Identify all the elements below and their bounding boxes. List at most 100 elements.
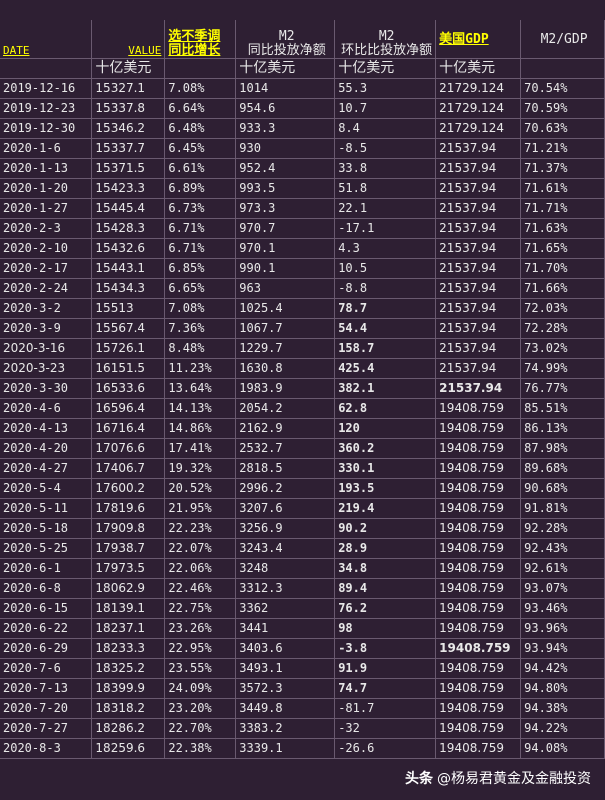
cell-yoy: 6.65%: [164, 278, 237, 299]
cell-date: 2020-7-6: [0, 658, 93, 679]
cell-ratio: 76.77%: [520, 378, 605, 399]
cell-date: 2020-1-13: [0, 158, 93, 179]
cell-m2-mom: -32: [334, 718, 437, 739]
unit-date: [0, 58, 93, 79]
cell-gdp: 19408.759: [435, 578, 522, 599]
table-row: 2020-6-8 18062.9 22.46% 3312.3 89.4 19408.759…: [0, 578, 605, 599]
cell-yoy: 24.09%: [164, 678, 237, 699]
cell-m2-yoy: 3312.3: [235, 578, 336, 599]
cell-m2-yoy: 3493.1: [235, 658, 336, 679]
cell-value: 18139.1: [91, 598, 166, 619]
table-row: 2020-1-13 15371.5 6.61% 952.4 33.8 21537.94 71…: [0, 158, 605, 179]
cell-m2-yoy: 3207.6: [235, 498, 336, 519]
cell-m2-mom: -8.8: [334, 278, 437, 299]
header-gdp: 美国GDP: [435, 20, 522, 59]
cell-yoy: 6.71%: [164, 218, 237, 239]
cell-date: 2020-2-24: [0, 278, 93, 299]
table-row: 2020-2-17 15443.1 6.85% 990.1 10.5 21537.94 71…: [0, 258, 605, 279]
cell-ratio: 87.98%: [520, 438, 605, 459]
cell-gdp: 21537.94: [435, 318, 522, 339]
cell-yoy: 20.52%: [164, 478, 237, 499]
cell-gdp: 19408.759: [435, 558, 522, 579]
cell-m2-mom: 28.9: [334, 538, 437, 559]
cell-ratio: 93.94%: [520, 638, 605, 659]
cell-m2-mom: 74.7: [334, 678, 437, 699]
cell-m2-yoy: 3248: [235, 558, 336, 579]
cell-value: 18325.2: [91, 658, 166, 679]
cell-m2-mom: 8.4: [334, 118, 437, 139]
cell-m2-mom: 219.4: [334, 498, 437, 519]
table-row: 2020-2-3 15428.3 6.71% 970.7 -17.1 21537.94 71…: [0, 218, 605, 239]
cell-yoy: 22.23%: [164, 518, 237, 539]
cell-gdp: 21729.124: [435, 118, 522, 139]
cell-ratio: 94.80%: [520, 678, 605, 699]
cell-gdp: 21537.94: [435, 218, 522, 239]
table-row: 2019-12-23 15337.8 6.64% 954.6 10.7 21729.124…: [0, 98, 605, 119]
cell-m2-yoy: 1630.8: [235, 358, 336, 379]
cell-date: 2020-3-23: [0, 358, 93, 379]
cell-gdp: 21537.94: [435, 238, 522, 259]
cell-ratio: 92.43%: [520, 538, 605, 559]
cell-gdp: 21537.94: [435, 378, 522, 399]
cell-gdp: 19408.759: [435, 398, 522, 419]
cell-date: 2020-6-15: [0, 598, 93, 619]
cell-ratio: 94.42%: [520, 658, 605, 679]
cell-yoy: 11.23%: [164, 358, 237, 379]
header-yoy: 选不季调 同比增长: [164, 20, 237, 59]
cell-m2-yoy: 963: [235, 278, 336, 299]
cell-yoy: 23.26%: [164, 618, 237, 639]
cell-value: 18233.3: [91, 638, 166, 659]
cell-date: 2020-1-20: [0, 178, 93, 199]
cell-ratio: 71.21%: [520, 138, 605, 159]
table-row: 2020-5-4 17600.2 20.52% 2996.2 193.5 19408.75…: [0, 478, 605, 499]
cell-date: 2020-7-27: [0, 718, 93, 739]
cell-gdp: 21537.94: [435, 198, 522, 219]
cell-date: 2020-3-16: [0, 338, 93, 359]
header-ratio: M2/GDP: [520, 20, 605, 59]
cell-date: 2020-4-20: [0, 438, 93, 459]
cell-yoy: 22.46%: [164, 578, 237, 599]
cell-value: 15567.4: [91, 318, 166, 339]
cell-gdp: 21537.94: [435, 278, 522, 299]
cell-value: 15432.6: [91, 238, 166, 259]
cell-ratio: 89.68%: [520, 458, 605, 479]
cell-m2-mom: 90.2: [334, 518, 437, 539]
cell-yoy: 6.85%: [164, 258, 237, 279]
cell-m2-yoy: 3383.2: [235, 718, 336, 739]
cell-ratio: 72.03%: [520, 298, 605, 319]
cell-m2-yoy: 3339.1: [235, 738, 336, 759]
cell-yoy: 6.64%: [164, 98, 237, 119]
header-date: DATE: [0, 20, 93, 59]
cell-date: 2020-1-27: [0, 198, 93, 219]
cell-m2-mom: 425.4: [334, 358, 437, 379]
cell-date: 2020-5-18: [0, 518, 93, 539]
table-row: 2020-3-16 15726.1 8.48% 1229.7 158.7 21537.94…: [0, 338, 605, 359]
cell-value: 17938.7: [91, 538, 166, 559]
cell-date: 2019-12-23: [0, 98, 93, 119]
cell-m2-yoy: 1067.7: [235, 318, 336, 339]
cell-ratio: 93.96%: [520, 618, 605, 639]
table-row: 2020-5-18 17909.8 22.23% 3256.9 90.2 19408.75…: [0, 518, 605, 539]
cell-yoy: 6.45%: [164, 138, 237, 159]
cell-gdp: 19408.759: [435, 438, 522, 459]
cell-value: 15327.1: [91, 78, 166, 99]
table-row: 2020-7-13 18399.9 24.09% 3572.3 74.7 19408.75…: [0, 678, 605, 699]
cell-ratio: 70.63%: [520, 118, 605, 139]
cell-value: 17819.6: [91, 498, 166, 519]
cell-ratio: 86.13%: [520, 418, 605, 439]
cell-m2-yoy: 1983.9: [235, 378, 336, 399]
cell-value: 15726.1: [91, 338, 166, 359]
table-row: 2020-4-13 16716.4 14.86% 2162.9 120 19408.759…: [0, 418, 605, 439]
cell-gdp: 19408.759: [435, 658, 522, 679]
cell-ratio: 73.02%: [520, 338, 605, 359]
cell-value: 17600.2: [91, 478, 166, 499]
cell-yoy: 7.08%: [164, 298, 237, 319]
cell-date: 2020-4-6: [0, 398, 93, 419]
cell-m2-mom: 10.7: [334, 98, 437, 119]
cell-m2-yoy: 1229.7: [235, 338, 336, 359]
header-m2-mom: M2 环比比投放净额: [334, 20, 437, 59]
cell-m2-mom: 51.8: [334, 178, 437, 199]
cell-value: 18399.9: [91, 678, 166, 699]
cell-value: 15337.8: [91, 98, 166, 119]
cell-yoy: 17.41%: [164, 438, 237, 459]
